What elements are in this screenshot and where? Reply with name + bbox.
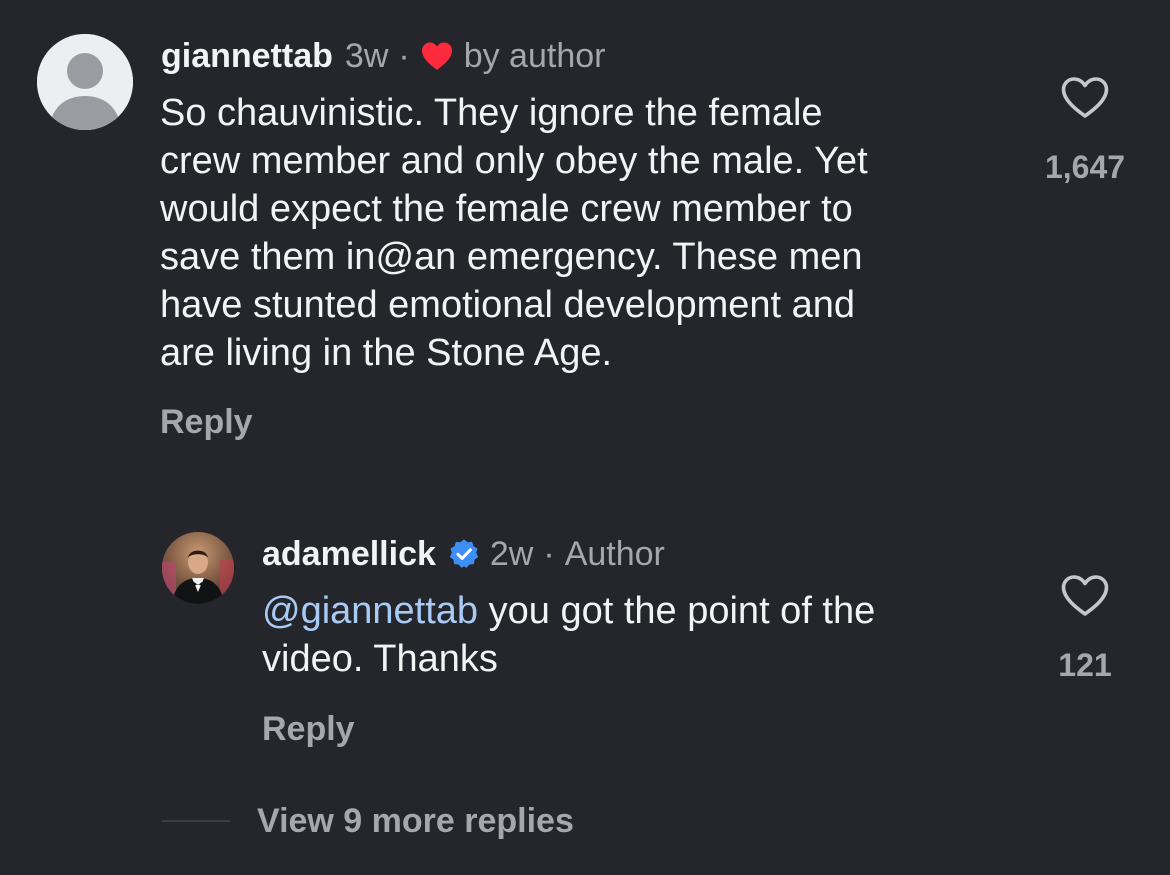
- reply-like-column: 121: [1030, 574, 1140, 684]
- comment-like-count: 1,647: [1044, 149, 1126, 185]
- comment-text-line: would expect the female crew member to: [160, 188, 853, 230]
- comment-text: So chauvinistic. They ignore the female …: [160, 89, 1020, 377]
- reply-text-line: video. Thanks: [262, 638, 498, 680]
- mention-link[interactable]: @giannettab: [262, 590, 478, 632]
- comment-like-column: 1,647: [1030, 76, 1140, 186]
- view-more-replies-button[interactable]: View 9 more replies: [257, 801, 574, 841]
- reply-text-line: @giannettab you got the point of the: [262, 587, 1022, 635]
- verified-badge-icon: [449, 539, 479, 568]
- reply-like-count: 121: [1058, 647, 1112, 683]
- comment-time: 3w: [344, 37, 389, 75]
- author-badge: Author: [564, 535, 665, 573]
- comment-text-line: crew member and only obey the male. Yet: [160, 140, 868, 182]
- default-avatar-icon: [37, 34, 133, 130]
- heart-outline-icon[interactable]: [1060, 574, 1110, 618]
- profile-photo: [162, 532, 234, 604]
- reply-separator: ·: [543, 535, 555, 573]
- avatar[interactable]: [37, 34, 133, 130]
- reply-text-rest: you got the point of the: [478, 590, 876, 632]
- comment-separator: ·: [398, 37, 410, 75]
- reply-button[interactable]: Reply: [262, 709, 355, 749]
- comment-text-line: are living in the Stone Age.: [160, 332, 613, 374]
- reply-button[interactable]: Reply: [160, 402, 253, 442]
- reply-username[interactable]: adamellick: [262, 534, 436, 574]
- comment-text-line: So chauvinistic. They ignore the female: [160, 92, 823, 134]
- reply-text: @giannettab you got the point of the vid…: [262, 587, 1022, 683]
- liked-heart-icon: [421, 42, 452, 70]
- comment-text-line: save them in@an emergency. These men: [160, 236, 863, 278]
- heart-outline-icon[interactable]: [1060, 76, 1110, 120]
- liked-by-author-label: by author: [463, 37, 606, 75]
- comment-username[interactable]: giannettab: [161, 36, 333, 76]
- comment-meta: giannettab 3w · by author: [161, 36, 605, 76]
- comment-text-line: have stunted emotional development and: [160, 284, 856, 326]
- thread-divider: [162, 820, 230, 822]
- reply-meta: adamellick 2w · Author: [262, 534, 665, 574]
- reply-time: 2w: [489, 535, 534, 573]
- avatar[interactable]: [162, 532, 234, 604]
